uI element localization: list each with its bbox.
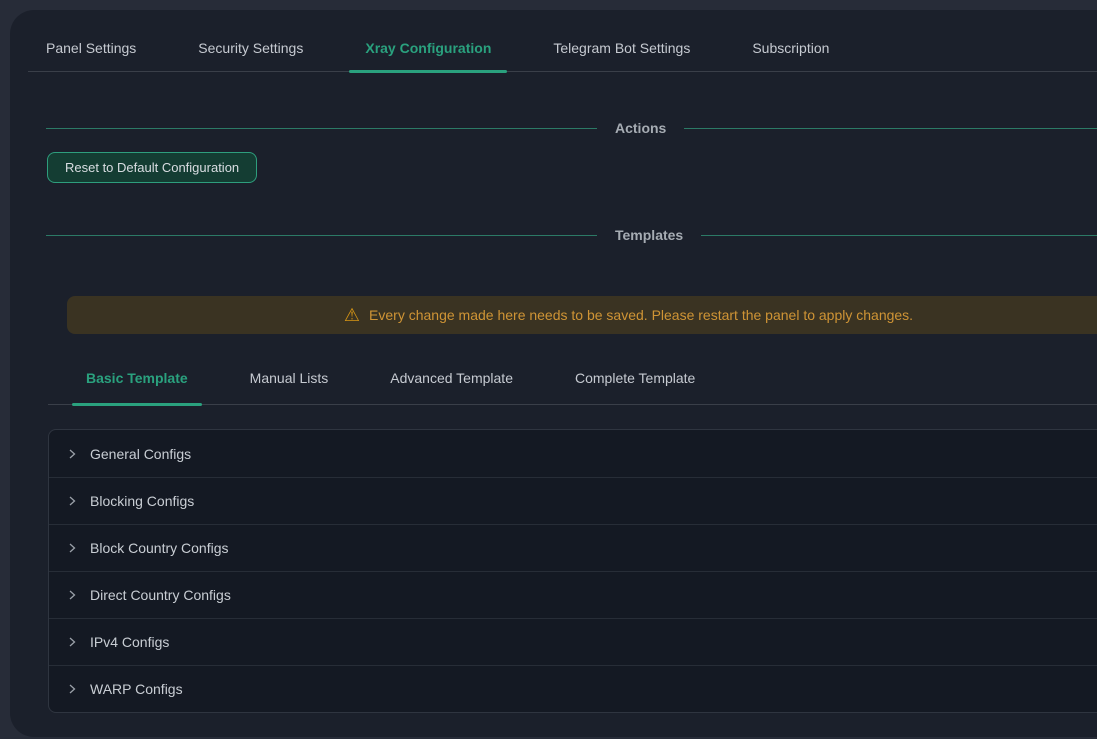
tab-advanced-template[interactable]: Advanced Template [390,368,513,388]
warning-triangle-icon: ⚠ [344,306,360,324]
collapse-item-label: WARP Configs [90,681,183,697]
divider-line [684,128,1097,129]
chevron-right-icon [66,589,78,601]
chevron-right-icon [66,542,78,554]
collapse-item-label: Direct Country Configs [90,587,231,603]
collapse-item-blocking-configs[interactable]: Blocking Configs [49,477,1097,524]
collapse-item-direct-country-configs[interactable]: Direct Country Configs [49,571,1097,618]
collapse-item-general-configs[interactable]: General Configs [49,430,1097,477]
config-collapse-list: General Configs Blocking Configs Block C… [48,429,1097,713]
collapse-item-warp-configs[interactable]: WARP Configs [49,665,1097,712]
chevron-right-icon [66,495,78,507]
tab-panel-settings[interactable]: Panel Settings [46,38,136,58]
main-tab-bar: Panel Settings Security Settings Xray Co… [28,10,1097,72]
settings-card: Panel Settings Security Settings Xray Co… [10,10,1097,737]
collapse-item-label: Block Country Configs [90,540,229,556]
divider-line [46,235,597,236]
tab-basic-template[interactable]: Basic Template [86,368,188,388]
actions-divider: Actions [46,118,1097,138]
templates-divider: Templates [46,225,1097,245]
divider-line [46,128,597,129]
collapse-item-block-country-configs[interactable]: Block Country Configs [49,524,1097,571]
tab-subscription[interactable]: Subscription [752,38,829,58]
tab-xray-configuration[interactable]: Xray Configuration [365,38,491,58]
template-tab-bar: Basic Template Manual Lists Advanced Tem… [48,368,1097,405]
warning-alert: ⚠ Every change made here needs to be sav… [67,296,1097,334]
collapse-item-ipv4-configs[interactable]: IPv4 Configs [49,618,1097,665]
warning-alert-message: Every change made here needs to be saved… [369,307,913,323]
collapse-item-label: General Configs [90,446,191,462]
tab-complete-template[interactable]: Complete Template [575,368,695,388]
chevron-right-icon [66,448,78,460]
reset-to-default-button[interactable]: Reset to Default Configuration [47,152,257,183]
collapse-item-label: IPv4 Configs [90,634,169,650]
chevron-right-icon [66,683,78,695]
tab-security-settings[interactable]: Security Settings [198,38,303,58]
divider-line [701,235,1097,236]
tab-telegram-bot-settings[interactable]: Telegram Bot Settings [553,38,690,58]
actions-section-title: Actions [615,120,666,136]
collapse-item-label: Blocking Configs [90,493,194,509]
chevron-right-icon [66,636,78,648]
tab-manual-lists[interactable]: Manual Lists [250,368,329,388]
templates-section-title: Templates [615,227,683,243]
